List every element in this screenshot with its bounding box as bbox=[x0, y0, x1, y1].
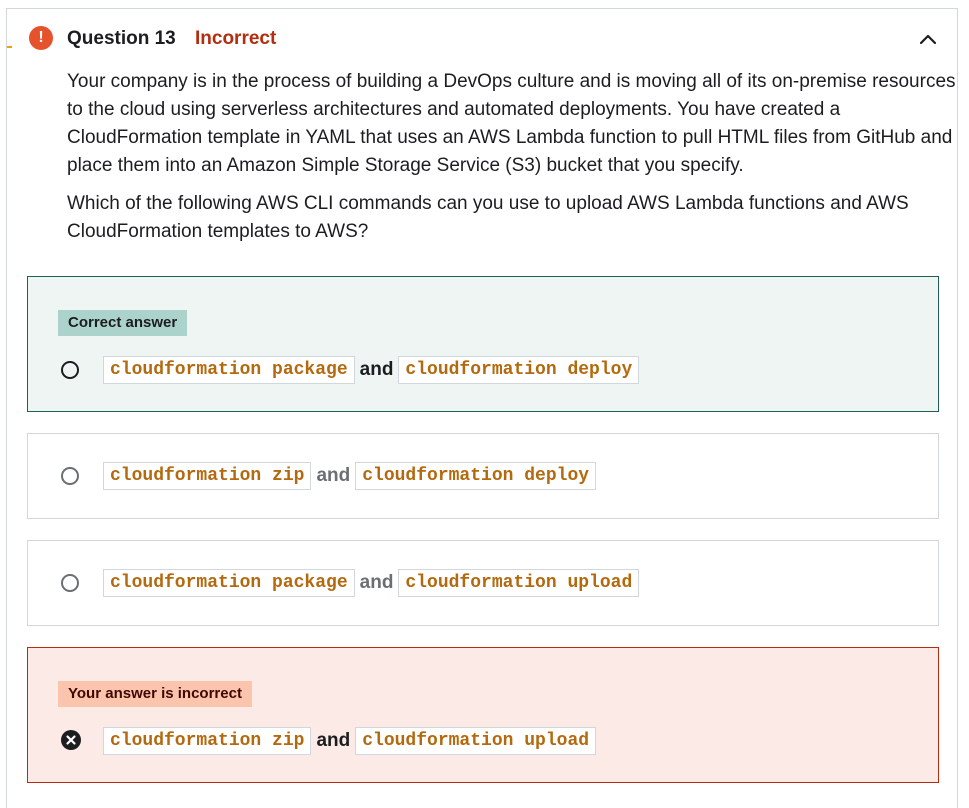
collapse-button[interactable] bbox=[914, 26, 942, 52]
question-status: Incorrect bbox=[195, 28, 277, 49]
x-circle-icon bbox=[61, 730, 81, 750]
joiner-text: and bbox=[359, 572, 394, 593]
command-code: cloudformation upload bbox=[398, 569, 640, 597]
option-radio[interactable] bbox=[61, 574, 79, 592]
command-code: cloudformation upload bbox=[355, 727, 597, 755]
command-code: cloudformation zip bbox=[103, 462, 312, 490]
option-radio[interactable] bbox=[61, 467, 79, 485]
chevron-up-icon bbox=[919, 34, 937, 45]
command-code: cloudformation zip bbox=[103, 727, 312, 755]
option-answer: cloudformation zip and cloudformation de… bbox=[103, 462, 597, 490]
question-prompt: Which of the following AWS CLI commands … bbox=[67, 193, 909, 242]
option-selected-incorrect: Your answer is incorrect cloudformation … bbox=[27, 647, 939, 783]
option-radio[interactable] bbox=[61, 361, 79, 379]
command-code: cloudformation package bbox=[103, 569, 355, 597]
question-body: Your company is in the process of buildi… bbox=[67, 68, 963, 256]
command-code: cloudformation deploy bbox=[355, 462, 597, 490]
alert-icon: ! bbox=[29, 26, 53, 50]
option-correct-answer: Correct answer cloudformation package an… bbox=[27, 276, 939, 412]
option-answer: cloudformation zip and cloudformation up… bbox=[103, 727, 597, 755]
option-3[interactable]: cloudformation package and cloudformatio… bbox=[27, 540, 939, 626]
joiner-text: and bbox=[359, 359, 394, 380]
joiner-text: and bbox=[316, 730, 351, 751]
scroll-marker bbox=[7, 46, 12, 48]
command-code: cloudformation deploy bbox=[398, 356, 640, 384]
option-answer: cloudformation package and cloudformatio… bbox=[103, 356, 640, 384]
option-2[interactable]: cloudformation zip and cloudformation de… bbox=[27, 433, 939, 519]
question-title: Question 13 bbox=[67, 28, 176, 49]
joiner-text: and bbox=[316, 465, 351, 486]
command-code: cloudformation package bbox=[103, 356, 355, 384]
incorrect-answer-badge: Your answer is incorrect bbox=[58, 681, 252, 707]
correct-answer-badge: Correct answer bbox=[58, 310, 188, 336]
option-answer: cloudformation package and cloudformatio… bbox=[103, 569, 640, 597]
question-paragraph: Your company is in the process of buildi… bbox=[67, 71, 956, 176]
